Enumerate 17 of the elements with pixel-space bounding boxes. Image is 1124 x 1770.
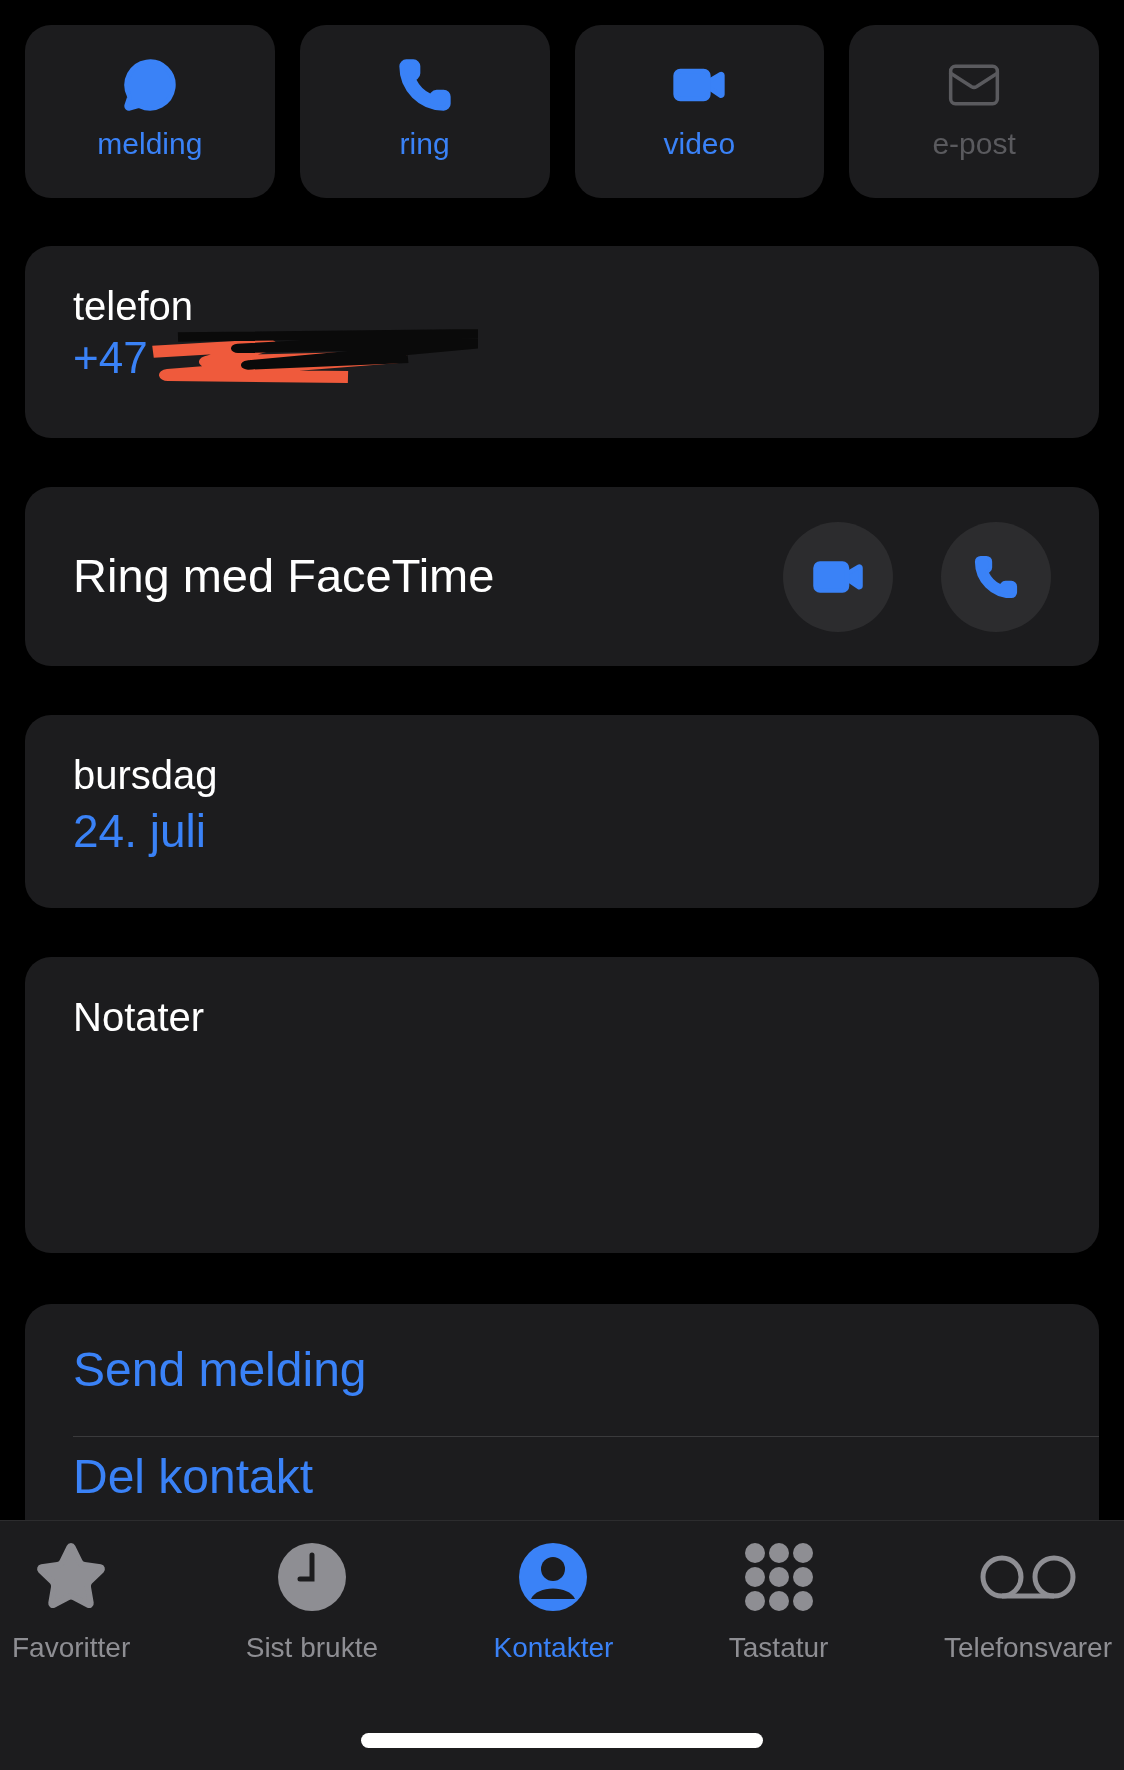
tab-item[interactable]: Kontakter [489,1539,618,1669]
action-button[interactable]: ring [299,25,550,198]
tab-item[interactable]: Tastatur [724,1539,833,1669]
action-button[interactable]: video [574,25,825,198]
tab-item[interactable]: Sist brukte [241,1539,382,1669]
tab-item[interactable]: Favoritter [8,1539,135,1669]
notes-label: Notater [73,994,205,1041]
field-label: telefon [73,283,195,330]
tab-item[interactable]: Telefonsvarer [939,1539,1116,1669]
phone-number[interactable]: +47 [73,330,148,386]
field-label: bursdag [73,752,218,799]
notes-card[interactable]: Notater [25,957,1099,1253]
action-link[interactable]: Send melding [73,1342,367,1398]
action-link[interactable]: Del kontakt [73,1449,314,1505]
action-button[interactable]: melding [25,25,275,198]
birthday-date[interactable]: 24. juli [73,799,206,863]
facetime-label: Ring med FaceTime [73,548,495,605]
